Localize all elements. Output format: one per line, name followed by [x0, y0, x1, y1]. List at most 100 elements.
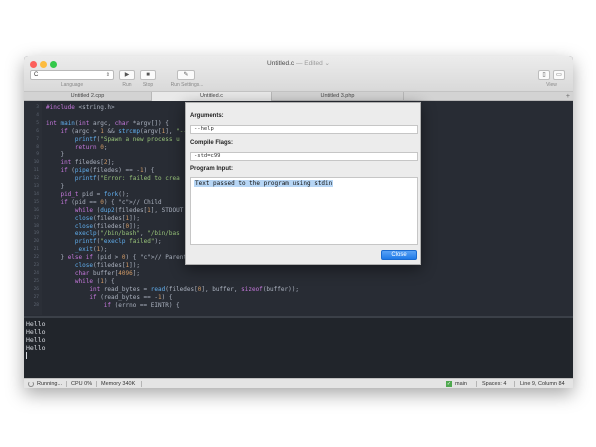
program-input-field[interactable]: Text passed to the program using stdin [190, 177, 418, 245]
window-title-suffix: — Edited ⌄ [295, 60, 330, 67]
console-line: Hello [26, 328, 46, 336]
line-number: 14 [33, 191, 39, 197]
code-line: if (pid == 0) { "c">// Child [60, 198, 162, 206]
code-line: execlp("/bin/bash", "/bin/bas [74, 230, 180, 238]
code-line: close(filedes[1]); [74, 214, 140, 222]
code-line: int read_bytes = read(filedes[0], buffer… [89, 285, 299, 293]
window-title: Untitled.c — Edited ⌄ [24, 59, 573, 67]
divider [141, 381, 142, 387]
line-number: 23 [33, 263, 39, 268]
tab-bar: Untitled 2.cpp Untitled.c Untitled 3.php… [24, 92, 573, 101]
play-icon: ▶ [124, 72, 130, 78]
code-line: close(filedes[1]); [74, 262, 140, 269]
line-number: 13 [33, 184, 39, 189]
line-number: 17 [33, 215, 39, 221]
line-number: 8 [36, 144, 39, 150]
code-line: close(filedes[0]); [74, 222, 140, 230]
sidebar-icon: ▯ [542, 72, 546, 78]
status-bar: Running... CPU 0% Memory 340K ✓ main Spa… [24, 378, 573, 388]
new-tab-icon[interactable]: + [566, 92, 570, 101]
indentation-selector[interactable]: Spaces: 4 [482, 379, 506, 388]
code-line: } [46, 151, 65, 159]
cursor-position: Line 9, Column 84 [520, 381, 565, 387]
run-label: Run [122, 82, 132, 88]
divider [476, 381, 477, 387]
console-line: Hello [26, 320, 46, 328]
code-line: if (errno == EINTR) { [103, 301, 180, 309]
code-line: #include <string.h> [46, 104, 115, 111]
language-select[interactable]: C ⇕ [30, 70, 114, 80]
function-selector[interactable]: main [455, 379, 467, 388]
console-toggle-button[interactable]: ▭ [553, 70, 565, 80]
tab-untitled-2-cpp[interactable]: Untitled 2.cpp [24, 92, 152, 101]
line-number: 10 [33, 160, 39, 166]
line-number: 19 [33, 231, 39, 237]
wrench-icon: ✎ [183, 72, 189, 78]
compile-flags-field[interactable]: -std=c99 [190, 152, 418, 161]
line-number: 18 [33, 223, 39, 229]
line-number: 6 [36, 128, 39, 134]
line-number: 15 [33, 199, 39, 205]
compile-flags-label: Compile Flags: [190, 140, 234, 146]
tab-untitled-3-php[interactable]: Untitled 3.php [272, 92, 404, 101]
line-number: 26 [33, 286, 39, 292]
sidebar-toggle-button[interactable]: ▯ [538, 70, 550, 80]
console-output[interactable]: Hello Hello Hello Hello [24, 316, 573, 378]
program-input-text: Text passed to the program using stdin [194, 180, 334, 187]
line-number: 9 [36, 152, 39, 158]
stop-icon: ■ [146, 72, 150, 78]
code-line: printf("execlp failed"); [74, 238, 162, 246]
cpu-usage: CPU 0% [71, 381, 93, 387]
console-panel-icon: ▭ [556, 72, 562, 78]
memory-usage: Memory 340K [101, 381, 136, 387]
language-label: Language [60, 82, 84, 88]
arguments-label: Arguments: [190, 113, 224, 119]
chevron-down-icon: ⇕ [105, 72, 110, 78]
line-number: 28 [33, 302, 39, 308]
code-line: char buffer[4096]; [74, 269, 140, 277]
code-line: printf("Error: failed to crea [74, 175, 180, 183]
line-number: 7 [36, 136, 39, 142]
divider [66, 381, 67, 387]
run-settings-button[interactable]: ✎ [177, 70, 195, 80]
code-line: while (1) { [74, 277, 115, 285]
code-line: } [46, 183, 65, 190]
line-number: 21 [33, 247, 39, 253]
line-number: 16 [33, 207, 39, 213]
line-number: 12 [33, 176, 39, 182]
view-label: View [546, 82, 557, 88]
code-line: if (pipe(filedes) == -1) { [60, 167, 155, 175]
running-spinner-icon [28, 381, 34, 387]
line-number: 22 [33, 255, 39, 261]
run-button[interactable]: ▶ [119, 70, 135, 80]
line-number: 11 [33, 168, 39, 174]
code-line: int filedes[2]; [60, 159, 115, 167]
stop-button[interactable]: ■ [140, 70, 156, 80]
divider [514, 381, 515, 387]
arguments-field[interactable]: --help [190, 125, 418, 134]
code-line: if (read_bytes == -1) { [89, 293, 173, 301]
line-number: 5 [36, 120, 39, 126]
run-settings-label: Run Settings... [170, 82, 204, 88]
check-icon: ✓ [446, 381, 452, 387]
window-title-text: Untitled.c [267, 60, 295, 67]
line-number-gutter: 3 4 5 6 7 8 9 10 11 12 13 14 15 16 17 18 19 20 21 22 23 24 25 2… [24, 101, 42, 315]
code-line: printf("Spawn a new process u [74, 135, 180, 143]
stop-label: Stop [142, 82, 154, 88]
code-line: _exit(1); [74, 246, 108, 254]
line-number: 24 [33, 270, 39, 276]
close-button[interactable]: Close [381, 250, 417, 260]
console-line: Hello [26, 344, 46, 352]
titlebar: Untitled.c — Edited ⌄ C ⇕ Language ▶ Run… [24, 56, 573, 92]
tab-untitled-c[interactable]: Untitled.c [152, 92, 272, 101]
line-number: 4 [36, 112, 39, 118]
code-line: while (dup2(filedes[1], STDOUT [74, 206, 184, 214]
line-number: 20 [33, 239, 39, 245]
line-number: 25 [33, 278, 39, 284]
code-line: int main(int argc, char *argv[]) { [46, 119, 169, 127]
line-number: 27 [33, 294, 39, 300]
program-input-label: Program Input: [190, 166, 233, 172]
language-value: C [34, 72, 39, 78]
running-status: Running... [37, 381, 63, 387]
console-cursor [26, 352, 27, 359]
